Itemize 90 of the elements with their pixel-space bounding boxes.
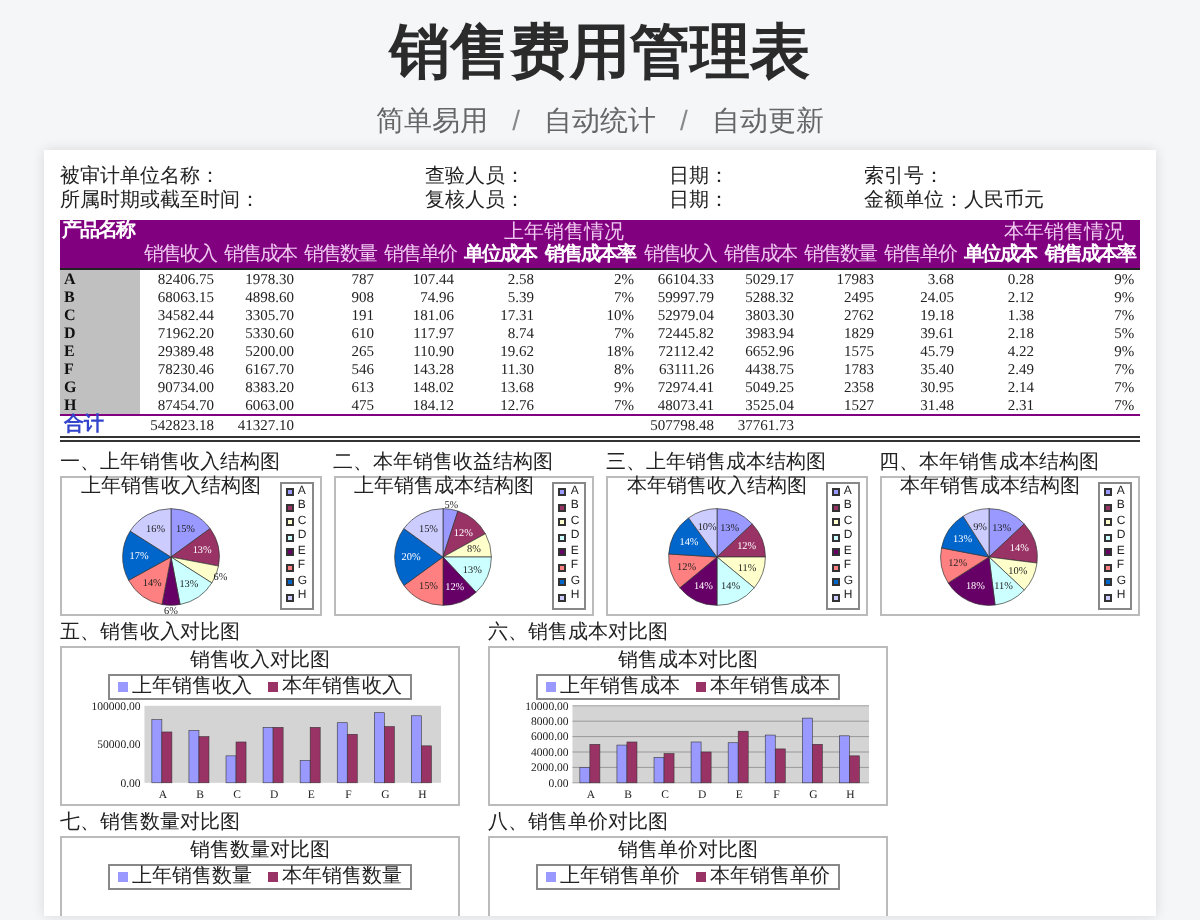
legend-swatch xyxy=(285,563,294,572)
legend-swatch xyxy=(268,681,278,691)
legend-label: 上年销售数量 xyxy=(132,865,252,887)
column-header: 销售数量 xyxy=(300,244,380,268)
column-header: 销售成本 xyxy=(220,244,300,268)
legend-swatch xyxy=(285,503,294,512)
legend-swatch xyxy=(831,563,840,572)
chart-title: 销售数量对比图 xyxy=(190,839,330,863)
legend-swatch xyxy=(558,563,567,572)
chart-title: 销售收入对比图 xyxy=(190,649,330,673)
section-title: 六、销售成本对比图 xyxy=(488,621,670,645)
legend-swatch xyxy=(1104,518,1113,527)
column-header: 销售单价 xyxy=(380,244,460,268)
info-label: 日期： xyxy=(669,190,730,212)
column-header: 产品名称 xyxy=(60,220,140,268)
legend-swatch xyxy=(1104,533,1113,542)
column-header: 销售成本率 xyxy=(1040,244,1141,268)
legend-swatch xyxy=(558,578,567,587)
separator: / xyxy=(512,102,520,140)
column-header: 销售收入 xyxy=(640,244,721,268)
section-title: 三、上年销售成本结构图 xyxy=(606,451,828,475)
legend-swatch xyxy=(285,533,294,542)
section-title: 一、上年销售收入结构图 xyxy=(60,451,282,475)
legend-swatch xyxy=(831,593,840,602)
legend-swatch xyxy=(558,593,567,602)
legend-swatch xyxy=(831,533,840,542)
legend-swatch xyxy=(285,488,294,497)
legend-swatch xyxy=(1104,593,1113,602)
legend-swatch xyxy=(831,548,840,557)
legend-swatch xyxy=(1104,578,1113,587)
legend-swatch xyxy=(831,503,840,512)
chart-title: 上年销售成本结构图 xyxy=(353,476,534,500)
chart-title: 本年销售成本结构图 xyxy=(899,476,1080,500)
section-title: 八、销售单价对比图 xyxy=(488,811,670,835)
legend-swatch xyxy=(285,593,294,602)
legend-label: 本年销售单价 xyxy=(710,865,830,887)
legend-swatch xyxy=(558,533,567,542)
legend-swatch xyxy=(285,548,294,557)
column-header: 销售成本 xyxy=(720,244,801,268)
column-header: 销售数量 xyxy=(800,244,881,268)
legend-swatch xyxy=(546,681,556,691)
column-header: 单位成本 xyxy=(460,244,540,268)
chart-title: 销售成本对比图 xyxy=(618,649,758,673)
legend-swatch xyxy=(831,578,840,587)
column-header: 销售收入 xyxy=(140,244,220,268)
separator: / xyxy=(680,102,688,140)
legend-label: 上年销售成本 xyxy=(560,675,680,697)
column-header: 销售单价 xyxy=(880,244,961,268)
legend-swatch xyxy=(831,488,840,497)
info-label: 日期： xyxy=(669,166,730,188)
legend-swatch xyxy=(118,681,128,691)
info-label: 复核人员： xyxy=(425,190,526,212)
column-header: 销售成本率 xyxy=(540,244,641,268)
legend-label: 本年销售成本 xyxy=(710,675,830,697)
subtitle-text: 简单易用 xyxy=(376,102,489,140)
chart-title: 本年销售收入结构图 xyxy=(626,476,807,500)
section-title: 五、销售收入对比图 xyxy=(60,621,242,645)
info-label: 金额单位：人民币元 xyxy=(863,190,1044,212)
legend-swatch xyxy=(558,518,567,527)
legend-swatch xyxy=(558,503,567,512)
chart-title: 上年销售收入结构图 xyxy=(80,476,261,500)
subtitle-text: 自动更新 xyxy=(711,102,824,140)
legend-swatch xyxy=(696,681,706,691)
legend-swatch xyxy=(831,518,840,527)
legend-label: 上年销售单价 xyxy=(560,865,680,887)
group-header: 本年销售情况 xyxy=(640,220,1141,244)
legend-swatch xyxy=(1104,548,1113,557)
group-header: 上年销售情况 xyxy=(140,220,641,244)
legend-swatch xyxy=(558,548,567,557)
chart-title: 销售单价对比图 xyxy=(618,839,758,863)
info-label: 所属时期或截至时间： xyxy=(60,190,260,212)
section-title: 七、销售数量对比图 xyxy=(60,811,242,835)
subtitle-text: 自动统计 xyxy=(544,102,656,140)
legend-swatch xyxy=(285,578,294,587)
info-label: 查验人员： xyxy=(425,166,526,188)
legend-swatch xyxy=(558,488,567,497)
legend-swatch xyxy=(285,518,294,527)
total-label: 合计 xyxy=(60,414,140,438)
legend-label: 本年销售数量 xyxy=(282,865,402,887)
legend-label: 上年销售收入 xyxy=(132,675,252,697)
info-label: 被审计单位名称： xyxy=(60,166,220,188)
info-label: 索引号： xyxy=(863,166,944,188)
legend-swatch xyxy=(1104,503,1113,512)
legend-swatch xyxy=(1104,563,1113,572)
section-title: 二、本年销售收益结构图 xyxy=(333,451,555,475)
page-title: 销售费用管理表 xyxy=(390,18,810,90)
legend-swatch xyxy=(1104,488,1113,497)
section-title: 四、本年销售成本结构图 xyxy=(879,451,1101,475)
legend-label: 本年销售收入 xyxy=(282,675,402,697)
column-header: 单位成本 xyxy=(960,244,1041,268)
